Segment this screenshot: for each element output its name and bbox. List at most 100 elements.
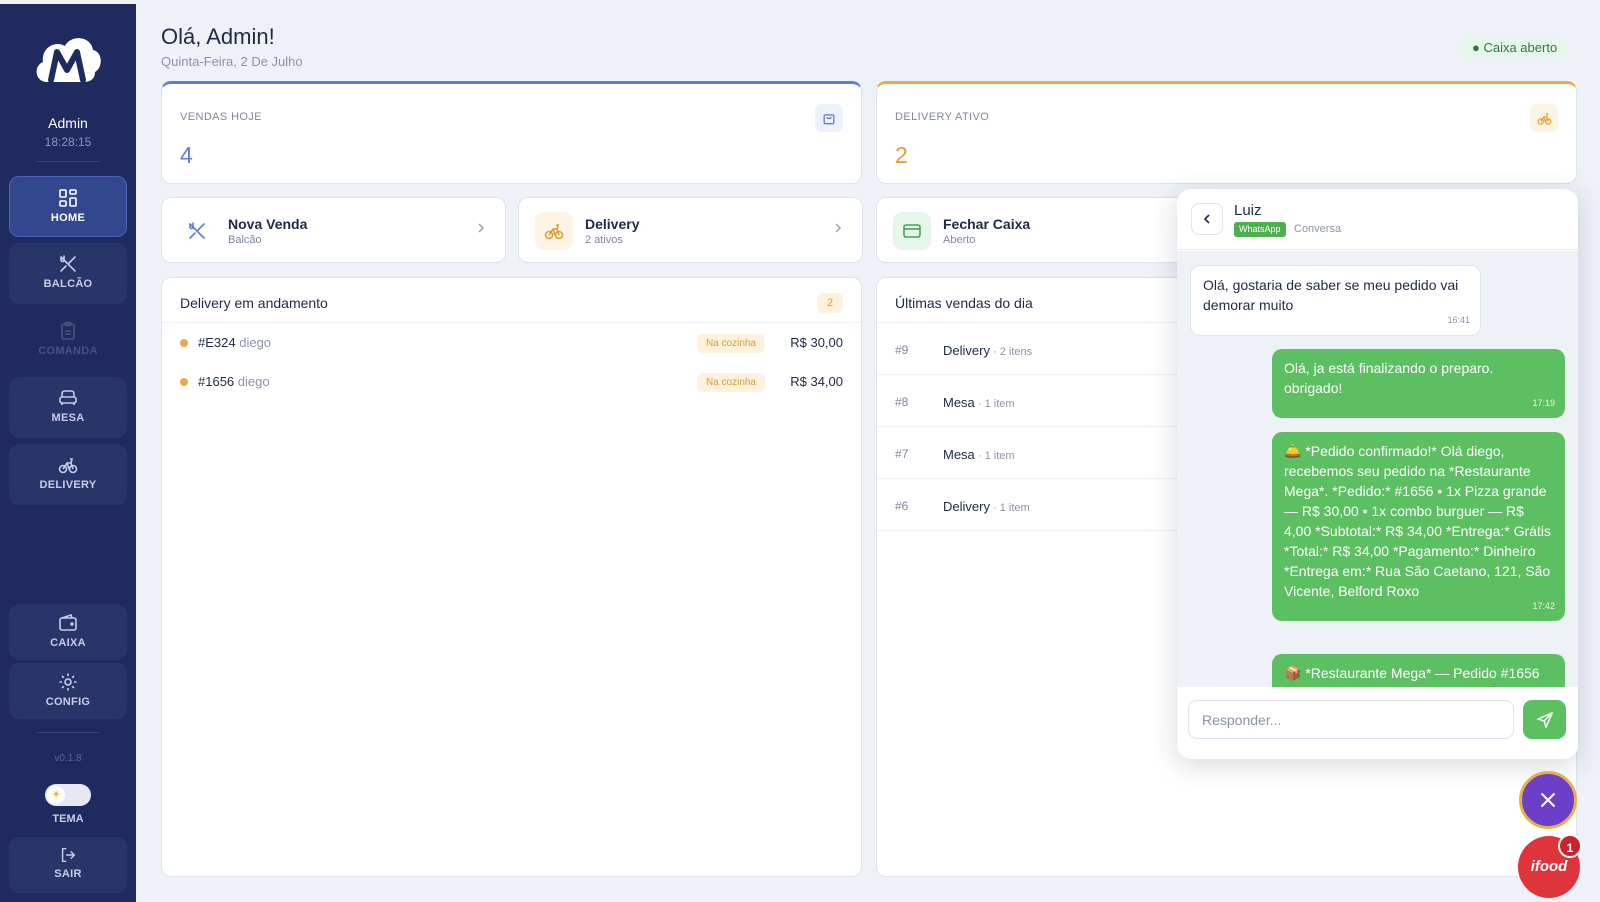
list-item[interactable]: #1656 diego Na cozinha R$ 34,00 <box>162 364 861 402</box>
sale-items: · 1 item <box>989 502 1030 514</box>
sale-type: Mesa <box>943 395 975 410</box>
stat-card-vendas: VENDAS HOJE 4 <box>161 81 862 184</box>
message-outgoing: Olá, ja está finalizando o preparo. obri… <box>1272 349 1565 418</box>
wallet-icon <box>59 613 77 631</box>
action-delivery[interactable]: Delivery 2 ativos <box>518 197 863 263</box>
gear-icon <box>59 673 77 691</box>
action-nova-venda[interactable]: Nova Venda Balcão <box>161 197 506 263</box>
status-dot <box>180 339 188 347</box>
sale-items: · 2 itens <box>989 346 1033 358</box>
message-time: 16:41 <box>1447 315 1470 325</box>
order-label: #E324 diego <box>198 335 271 350</box>
action-subtitle: Balcão <box>228 234 262 246</box>
notification-badge: 1 <box>1558 834 1582 858</box>
action-title: Nova Venda <box>228 216 308 232</box>
sale-id: #8 <box>895 395 909 409</box>
nav-balcao[interactable]: BALCÃO <box>9 243 127 304</box>
nav-comanda: COMANDA <box>9 310 127 371</box>
nav-config-label: CONFIG <box>45 696 91 708</box>
credit-card-icon <box>893 212 931 250</box>
nav-delivery-label: DELIVERY <box>39 479 97 491</box>
nav-balcao-label: BALCÃO <box>43 278 93 290</box>
nav-home[interactable]: HOME <box>9 176 127 237</box>
customer-name: diego <box>239 335 272 350</box>
app-logo-icon <box>36 38 101 83</box>
logout-button[interactable]: SAIR <box>9 837 127 893</box>
sofa-icon <box>59 390 77 405</box>
message-text: Olá, gostaria de saber se meu pedido vai… <box>1203 277 1459 313</box>
bike-icon <box>1530 104 1558 132</box>
stat-value: 4 <box>180 142 193 168</box>
count-badge: 2 <box>817 293 843 313</box>
contact-name: Luiz <box>1234 202 1262 219</box>
stat-card-delivery: DELIVERY ATIVO 2 <box>876 81 1577 184</box>
chevron-right-icon <box>835 223 842 233</box>
order-price: R$ 30,00 <box>790 335 843 350</box>
action-title: Delivery <box>585 216 640 232</box>
sun-icon: ☀ <box>47 786 65 804</box>
status-badge: ● Caixa aberto <box>1460 36 1570 60</box>
nav-delivery[interactable]: DELIVERY <box>9 444 127 505</box>
sale-type: Delivery <box>943 343 990 358</box>
order-price: R$ 34,00 <box>790 374 843 389</box>
sale-id: #9 <box>895 343 909 357</box>
back-button[interactable] <box>1191 203 1223 235</box>
whatsapp-badge: WhatsApp <box>1234 222 1286 237</box>
action-title: Fechar Caixa <box>943 216 1031 232</box>
nav-mesa-label: MESA <box>51 412 85 424</box>
order-id: #1656 <box>198 374 235 389</box>
action-fechar-caixa[interactable]: Fechar Caixa Aberto <box>876 197 1221 263</box>
utensils-icon <box>178 212 216 250</box>
send-button[interactable] <box>1523 700 1566 739</box>
close-chat-button[interactable] <box>1519 771 1577 829</box>
message-time: 17:42 <box>1532 601 1555 611</box>
sale-type: Delivery <box>943 499 990 514</box>
sale-label: Mesa · 1 item <box>943 395 1015 410</box>
bike-icon <box>58 458 78 474</box>
sale-label: Mesa · 1 item <box>943 447 1015 462</box>
nav-mesa[interactable]: MESA <box>9 377 127 438</box>
customer-name: diego <box>237 374 270 389</box>
logout-icon <box>61 847 76 863</box>
message-outgoing: 📦 *Restaurante Mega* — Pedido #1656 Seu … <box>1272 654 1565 687</box>
nav-caixa[interactable]: CAIXA <box>9 604 127 660</box>
chevron-right-icon <box>478 223 485 233</box>
chat-composer <box>1177 698 1578 759</box>
nav-home-label: HOME <box>50 212 86 224</box>
chat-subtitle: Conversa <box>1294 223 1342 235</box>
nav-config[interactable]: CONFIG <box>9 663 127 719</box>
action-subtitle: Aberto <box>943 234 976 246</box>
stat-value: 2 <box>895 142 908 168</box>
panel-title: Delivery em andamento <box>180 295 328 311</box>
app-version: v0.1.8 <box>54 753 82 764</box>
sale-label: Delivery · 1 item <box>943 499 1030 514</box>
sale-items: · 1 item <box>974 450 1015 462</box>
status-badge: Na cozinha <box>696 334 765 353</box>
sidebar: Admin 18:28:15 HOME BALCÃO COMANDA MESA … <box>0 4 136 902</box>
sidebar-divider <box>36 161 100 162</box>
stat-label: VENDAS HOJE <box>180 111 263 123</box>
chat-header: Luiz WhatsApp Conversa <box>1177 189 1578 250</box>
chat-window: Luiz WhatsApp Conversa Olá, gostaria de … <box>1177 189 1578 759</box>
message-incoming: Olá, gostaria de saber se meu pedido vai… <box>1190 265 1481 336</box>
list-item[interactable]: #E324 diego Na cozinha R$ 30,00 <box>162 325 861 363</box>
message-list: Olá, gostaria de saber se meu pedido vai… <box>1177 251 1578 687</box>
grid-icon <box>59 189 77 207</box>
reply-input[interactable] <box>1188 700 1514 739</box>
theme-label: TEMA <box>52 813 84 825</box>
theme-toggle[interactable]: ☀ <box>45 784 91 806</box>
logout-label: SAIR <box>54 868 82 880</box>
clipboard-icon <box>61 321 75 340</box>
stat-label: DELIVERY ATIVO <box>895 111 990 123</box>
clock: 18:28:15 <box>44 135 92 149</box>
action-subtitle: 2 ativos <box>585 234 623 246</box>
divider <box>162 322 861 323</box>
message-text: 📦 *Restaurante Mega* — Pedido #1656 Seu … <box>1284 665 1540 687</box>
page-title: Olá, Admin! <box>161 24 275 49</box>
sale-label: Delivery · 2 itens <box>943 343 1032 358</box>
chevron-left-icon <box>1203 214 1210 224</box>
message-text: Olá, ja está finalizando o preparo. obri… <box>1284 360 1494 396</box>
sale-type: Mesa <box>943 447 975 462</box>
delivery-panel: Delivery em andamento 2 #E324 diego Na c… <box>161 277 862 877</box>
bike-icon <box>535 212 573 250</box>
